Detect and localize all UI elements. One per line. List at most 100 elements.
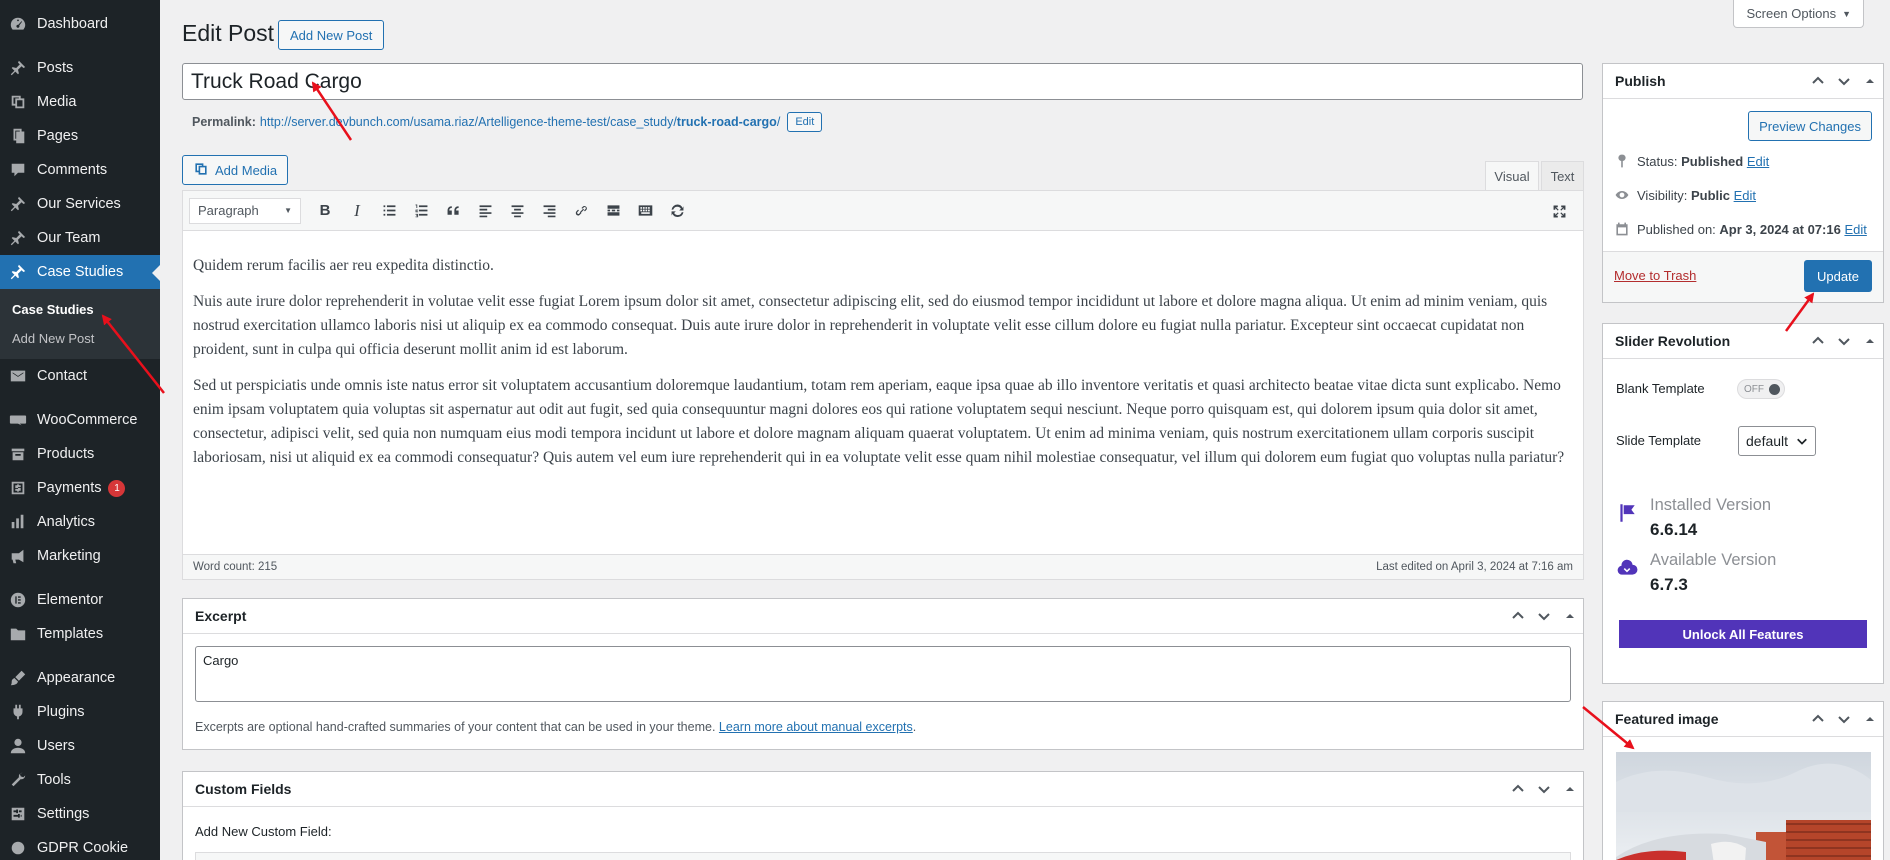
menu-our-services[interactable]: Our Services [0, 187, 160, 221]
menu-posts[interactable]: Posts [0, 51, 160, 85]
move-down-button[interactable] [1831, 712, 1857, 726]
permalink-edit-button[interactable]: Edit [787, 112, 823, 132]
update-button[interactable]: Update [1804, 260, 1872, 292]
toolbar-toggle-button[interactable] [629, 197, 661, 225]
pages-icon [9, 127, 27, 145]
post-title-input[interactable]: Truck Road Cargo [182, 63, 1583, 100]
permalink-row: Permalink: http://server.devbunch.com/us… [192, 112, 823, 132]
move-down-button[interactable] [1531, 609, 1557, 623]
custom-fields-box: Custom Fields Add New Custom Field: [182, 771, 1584, 860]
admin-sidebar: Dashboard Posts Media Pages Comments Our… [0, 0, 160, 860]
add-new-post-button[interactable]: Add New Post [278, 20, 385, 50]
bullet-list-button[interactable] [373, 197, 405, 225]
slide-template-select[interactable]: default [1738, 426, 1816, 456]
toggle-panel-button[interactable] [1857, 334, 1883, 348]
submenu-case-studies[interactable]: Case Studies [0, 295, 160, 324]
toggle-panel-button[interactable] [1557, 609, 1583, 623]
menu-pages[interactable]: Pages [0, 119, 160, 153]
submenu-add-new-post[interactable]: Add New Post [0, 324, 160, 353]
menu-label: Appearance [37, 670, 116, 686]
menu-analytics[interactable]: Analytics [0, 505, 160, 539]
analytics-icon [9, 513, 27, 531]
status-row: Status: Published Edit [1614, 153, 1769, 169]
custom-fields-title: Custom Fields [195, 781, 292, 797]
format-select[interactable]: Paragraph ▼ [189, 197, 301, 224]
align-right-button[interactable] [533, 197, 565, 225]
caret-down-icon: ▼ [284, 206, 292, 215]
italic-button[interactable]: I [341, 197, 373, 225]
format-select-value: Paragraph [198, 203, 259, 218]
move-to-trash-link[interactable]: Move to Trash [1614, 268, 1696, 283]
menu-label: WooCommerce [37, 412, 138, 428]
featured-image-thumbnail[interactable] [1616, 752, 1871, 860]
insert-link-button[interactable] [565, 197, 597, 225]
menu-elementor[interactable]: Elementor [0, 583, 160, 617]
visibility-edit-link[interactable]: Edit [1734, 188, 1756, 203]
menu-settings[interactable]: Settings [0, 797, 160, 831]
toggle-panel-button[interactable] [1857, 74, 1883, 88]
menu-users[interactable]: Users [0, 729, 160, 763]
unlock-all-features-button[interactable]: Unlock All Features [1619, 620, 1867, 648]
screen-options-label: Screen Options [1746, 6, 1837, 21]
menu-tools[interactable]: Tools [0, 763, 160, 797]
post-content-editor[interactable]: Paragraph ▼ B I Quidem rerum facilis aer… [182, 190, 1584, 580]
excerpt-textarea[interactable]: Cargo [195, 646, 1571, 702]
menu-case-studies[interactable]: Case Studies [0, 255, 160, 289]
blockquote-button[interactable] [437, 197, 469, 225]
chevron-down-icon [1838, 716, 1850, 724]
bold-button[interactable]: B [309, 197, 341, 225]
fullscreen-button[interactable] [1543, 197, 1575, 225]
excerpt-learn-more-link[interactable]: Learn more about manual excerpts [719, 720, 913, 734]
menu-marketing[interactable]: Marketing [0, 539, 160, 573]
menu-gdpr-cookie[interactable]: GDPR Cookie [0, 831, 160, 860]
chevron-down-icon [1838, 78, 1850, 86]
menu-contact[interactable]: Contact [0, 359, 160, 393]
read-more-button[interactable] [597, 197, 629, 225]
content-paragraph: Sed ut perspiciatis unde omnis iste natu… [193, 377, 1565, 466]
numbered-list-button[interactable] [405, 197, 437, 225]
move-up-button[interactable] [1805, 334, 1831, 348]
move-up-button[interactable] [1505, 782, 1531, 796]
menu-appearance[interactable]: Appearance [0, 661, 160, 695]
visibility-label: Visibility: [1637, 187, 1688, 203]
move-up-button[interactable] [1505, 609, 1531, 623]
toggle-panel-button[interactable] [1557, 782, 1583, 796]
menu-products[interactable]: Products [0, 437, 160, 471]
move-down-button[interactable] [1831, 74, 1857, 88]
menu-templates[interactable]: Templates [0, 617, 160, 651]
menu-comments[interactable]: Comments [0, 153, 160, 187]
menu-plugins[interactable]: Plugins [0, 695, 160, 729]
read-more-icon [607, 205, 619, 216]
align-center-button[interactable] [501, 197, 533, 225]
toggle-panel-button[interactable] [1857, 712, 1883, 726]
menu-our-team[interactable]: Our Team [0, 221, 160, 255]
published-edit-link[interactable]: Edit [1844, 222, 1866, 237]
chevron-down-icon [1797, 438, 1807, 445]
editor-content[interactable]: Quidem rerum facilis aer reu expedita di… [183, 254, 1583, 470]
move-up-button[interactable] [1805, 712, 1831, 726]
preview-changes-button[interactable]: Preview Changes [1748, 111, 1872, 141]
menu-dashboard[interactable]: Dashboard [0, 7, 160, 41]
menu-woocommerce[interactable]: WooCommerce [0, 403, 160, 437]
refresh-button[interactable] [661, 197, 693, 225]
move-down-button[interactable] [1531, 782, 1557, 796]
chevron-down-icon [1538, 786, 1550, 794]
published-label: Published on: [1637, 221, 1716, 237]
menu-payments[interactable]: Payments 1 [0, 471, 160, 505]
excerpt-help-text: Excerpts are optional hand-crafted summa… [195, 720, 716, 734]
add-media-button[interactable]: Add Media [182, 155, 289, 185]
menu-media[interactable]: Media [0, 85, 160, 119]
calendar-icon [1616, 222, 1628, 236]
move-down-button[interactable] [1831, 334, 1857, 348]
move-up-button[interactable] [1805, 74, 1831, 88]
visibility-row: Visibility: Public Edit [1614, 187, 1756, 203]
permalink-link[interactable]: http://server.devbunch.com/usama.riaz/Ar… [260, 115, 780, 129]
tab-visual[interactable]: Visual [1485, 161, 1539, 190]
screen-options-button[interactable]: Screen Options ▼ [1733, 0, 1864, 28]
align-left-button[interactable] [469, 197, 501, 225]
status-edit-link[interactable]: Edit [1747, 154, 1769, 169]
tab-text[interactable]: Text [1541, 161, 1584, 190]
comments-icon [9, 161, 27, 179]
blank-template-toggle[interactable]: OFF [1737, 379, 1785, 399]
menu-label: Users [37, 738, 75, 754]
